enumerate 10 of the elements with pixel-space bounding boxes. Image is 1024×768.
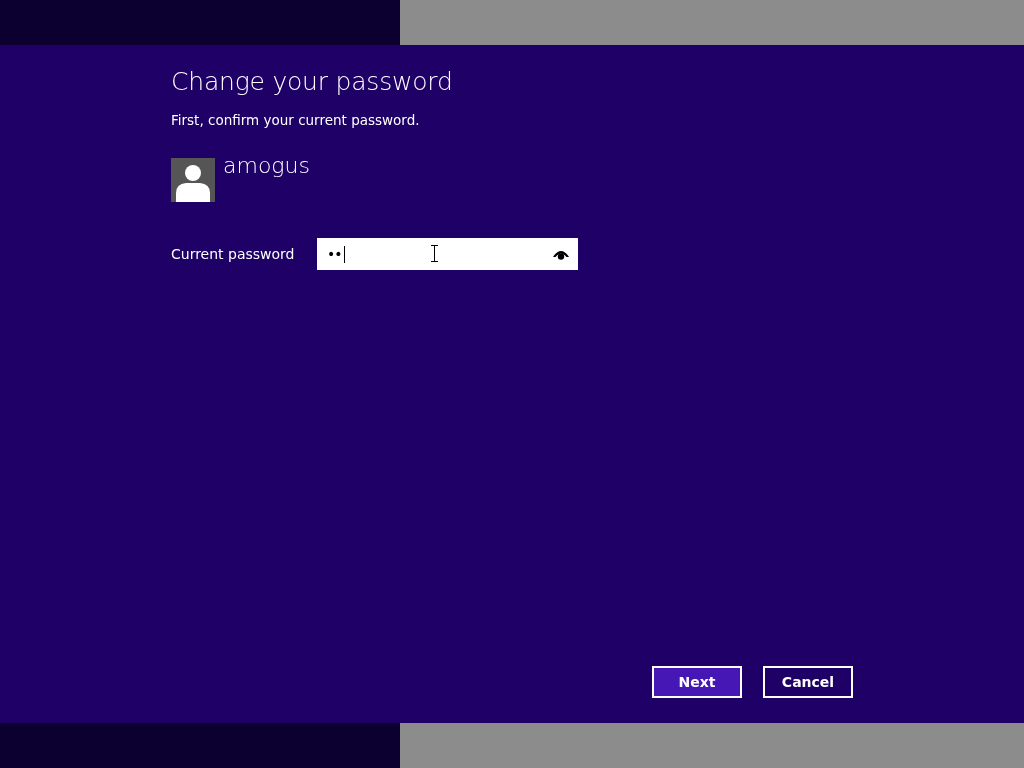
user-avatar-icon — [171, 158, 215, 202]
instruction-text: First, confirm your current password. — [171, 112, 421, 128]
password-field[interactable]: •• — [317, 238, 578, 270]
user-name: amogus — [223, 153, 310, 178]
text-cursor-icon — [431, 245, 438, 262]
dialog-button[interactable]: Next — [652, 666, 742, 698]
dialog-title: Change your password — [171, 67, 454, 96]
dialog-button[interactable]: Cancel — [763, 666, 853, 698]
eye-icon[interactable] — [552, 248, 570, 260]
field-label: Current password — [171, 246, 296, 262]
